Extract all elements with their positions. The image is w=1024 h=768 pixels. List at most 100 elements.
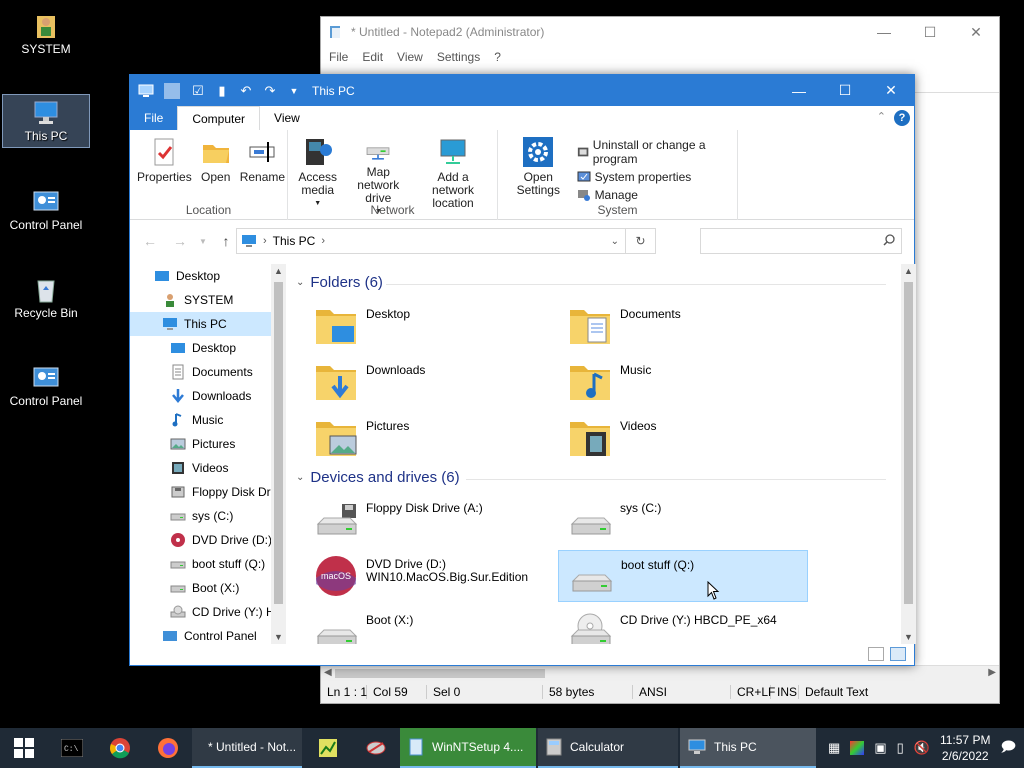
back-arrow-icon[interactable]: ← [138, 233, 162, 249]
scroll-thumb[interactable] [274, 282, 283, 604]
nav-item[interactable]: Downloads [130, 384, 286, 408]
address-field[interactable]: › This PC › ⌄ ↻ [236, 228, 656, 254]
manage-button[interactable]: Manage [577, 188, 733, 202]
taskbar-pin-terminal[interactable]: C:\ [48, 728, 96, 768]
minimize-button[interactable]: — [776, 75, 822, 106]
menu-settings[interactable]: Settings [437, 50, 480, 64]
new-folder-quick-icon[interactable]: ▮ [214, 83, 230, 99]
scroll-down-icon[interactable]: ▼ [274, 632, 283, 642]
notepad-horizontal-scrollbar[interactable]: ◀ ▶ [321, 665, 999, 681]
drive-tile[interactable]: Boot (X:) [304, 606, 554, 644]
nav-item[interactable]: Videos [130, 456, 286, 480]
drive-tile[interactable]: macOS DVD Drive (D:) WIN10.MacOS.Big.Sur.E… [304, 550, 554, 602]
menu-help[interactable]: ? [494, 50, 501, 64]
notepad-title-bar[interactable]: * Untitled - Notepad2 (Administrator) — … [321, 17, 999, 47]
properties-quick-icon[interactable]: ☑ [190, 83, 206, 99]
nav-item[interactable]: Boot (X:) [130, 576, 286, 600]
taskbar-app-this-pc[interactable]: This PC [680, 728, 816, 768]
drive-tile[interactable]: CD Drive (Y:) HBCD_PE_x64 [558, 606, 808, 644]
desktop-icon-this-pc[interactable]: This PC [2, 94, 90, 148]
help-icon[interactable]: ? [894, 110, 910, 126]
menu-edit[interactable]: Edit [362, 50, 383, 64]
recent-locations-icon[interactable]: ▼ [198, 237, 208, 246]
nav-item[interactable]: sys (C:) [130, 504, 286, 528]
folder-tile[interactable]: Music [558, 356, 808, 408]
close-button[interactable]: ✕ [868, 75, 914, 106]
folder-tile[interactable]: Pictures [304, 412, 554, 464]
details-view-icon[interactable] [868, 647, 884, 661]
color-tray-icon[interactable] [850, 741, 865, 755]
desktop-icon-control-panel-2[interactable]: Control Panel [2, 360, 90, 414]
nav-item[interactable]: boot stuff (Q:) [130, 552, 286, 576]
forward-arrow-icon[interactable]: → [168, 233, 192, 249]
taskbar-app-notepad[interactable]: * Untitled - Not... [192, 728, 302, 768]
taskbar-pin-tool[interactable] [352, 728, 400, 768]
folder-tile[interactable]: Downloads [304, 356, 554, 408]
desktop-icon-system[interactable]: SYSTEM [2, 8, 90, 62]
breadcrumb-chevron-icon[interactable]: › [321, 235, 325, 247]
collapse-ribbon-icon[interactable]: ⌃ [877, 110, 886, 123]
menu-view[interactable]: View [397, 50, 423, 64]
address-dropdown-icon[interactable]: ⌄ [611, 236, 619, 247]
taskbar-pin-firefox[interactable] [144, 728, 192, 768]
nav-item[interactable]: Control Panel [130, 624, 286, 644]
tab-view[interactable]: View [260, 106, 314, 130]
breadcrumb-this-pc[interactable]: This PC [273, 234, 316, 248]
tab-computer[interactable]: Computer [177, 106, 261, 130]
refresh-icon[interactable]: ↻ [625, 229, 655, 253]
nav-item[interactable]: Pictures [130, 432, 286, 456]
scroll-down-icon[interactable]: ▼ [904, 632, 913, 642]
explorer-window[interactable]: ☑ ▮ ↶ ↷ ▼ This PC — ☐ ✕ File Computer Vi… [129, 74, 916, 666]
drive-tile[interactable]: boot stuff (Q:) [558, 550, 808, 602]
drives-group-header[interactable]: ⌄ Devices and drives (6) [296, 469, 460, 486]
nav-item[interactable]: This PC [130, 312, 286, 336]
scroll-left-icon[interactable]: ◀ [324, 667, 332, 678]
usb-tray-icon[interactable]: ▯ [897, 740, 904, 756]
taskbar-pin-chart[interactable] [304, 728, 352, 768]
scroll-thumb[interactable] [335, 669, 545, 678]
nav-item[interactable]: Desktop [130, 336, 286, 360]
nav-item[interactable]: Documents [130, 360, 286, 384]
customize-quick-access-icon[interactable]: ▼ [286, 83, 302, 99]
nav-item[interactable]: SYSTEM [130, 288, 286, 312]
nav-pane-scrollbar[interactable]: ▲ ▼ [271, 264, 286, 644]
drive-tile[interactable]: sys (C:) [558, 494, 808, 546]
volume-muted-icon[interactable]: 🔇 [914, 740, 930, 756]
taskbar-app-winntsetup[interactable]: WinNTSetup 4.... [400, 728, 536, 768]
undo-icon[interactable]: ↶ [238, 83, 254, 99]
desktop-icon-recycle-bin[interactable]: Recycle Bin [2, 272, 90, 326]
nav-item[interactable]: DVD Drive (D:) [130, 528, 286, 552]
scroll-up-icon[interactable]: ▲ [274, 266, 283, 276]
menu-file[interactable]: File [329, 50, 348, 64]
tab-file[interactable]: File [130, 106, 178, 130]
scroll-thumb[interactable] [904, 282, 913, 604]
close-button[interactable]: ✕ [953, 17, 999, 47]
nav-item[interactable]: Music [130, 408, 286, 432]
clock[interactable]: 11:57 PM 2/6/2022 [940, 732, 990, 764]
folder-tile[interactable]: Desktop [304, 300, 554, 352]
maximize-button[interactable]: ☐ [907, 17, 953, 47]
desktop-icon-control-panel[interactable]: Control Panel [2, 184, 90, 238]
notifications-icon[interactable]: 🗩 [1000, 736, 1016, 760]
large-icons-view-icon[interactable] [890, 647, 906, 661]
nav-item[interactable]: Desktop [130, 264, 286, 288]
breadcrumb-chevron-icon[interactable]: › [263, 235, 267, 247]
scroll-right-icon[interactable]: ▶ [988, 667, 996, 678]
folder-tile[interactable]: Videos [558, 412, 808, 464]
maximize-button[interactable]: ☐ [822, 75, 868, 106]
taskbar-pin-chrome[interactable] [96, 728, 144, 768]
taskbar-app-calculator[interactable]: Calculator [538, 728, 678, 768]
content-scrollbar[interactable]: ▲ ▼ [901, 264, 916, 644]
nav-item[interactable]: CD Drive (Y:) H [130, 600, 286, 624]
scroll-up-icon[interactable]: ▲ [904, 266, 913, 276]
uninstall-program-button[interactable]: Uninstall or change a program [577, 138, 733, 166]
network-tray-icon[interactable]: ▦ [828, 740, 840, 756]
redo-icon[interactable]: ↷ [262, 83, 278, 99]
display-tray-icon[interactable]: ▣ [874, 740, 886, 756]
start-button[interactable] [0, 728, 48, 768]
folder-tile[interactable]: Documents [558, 300, 808, 352]
explorer-title-bar[interactable]: ☑ ▮ ↶ ↷ ▼ This PC — ☐ ✕ [130, 75, 914, 106]
nav-item[interactable]: Floppy Disk Dri [130, 480, 286, 504]
system-properties-button[interactable]: System properties [577, 170, 733, 184]
folders-group-header[interactable]: ⌄ Folders (6) [296, 274, 383, 291]
